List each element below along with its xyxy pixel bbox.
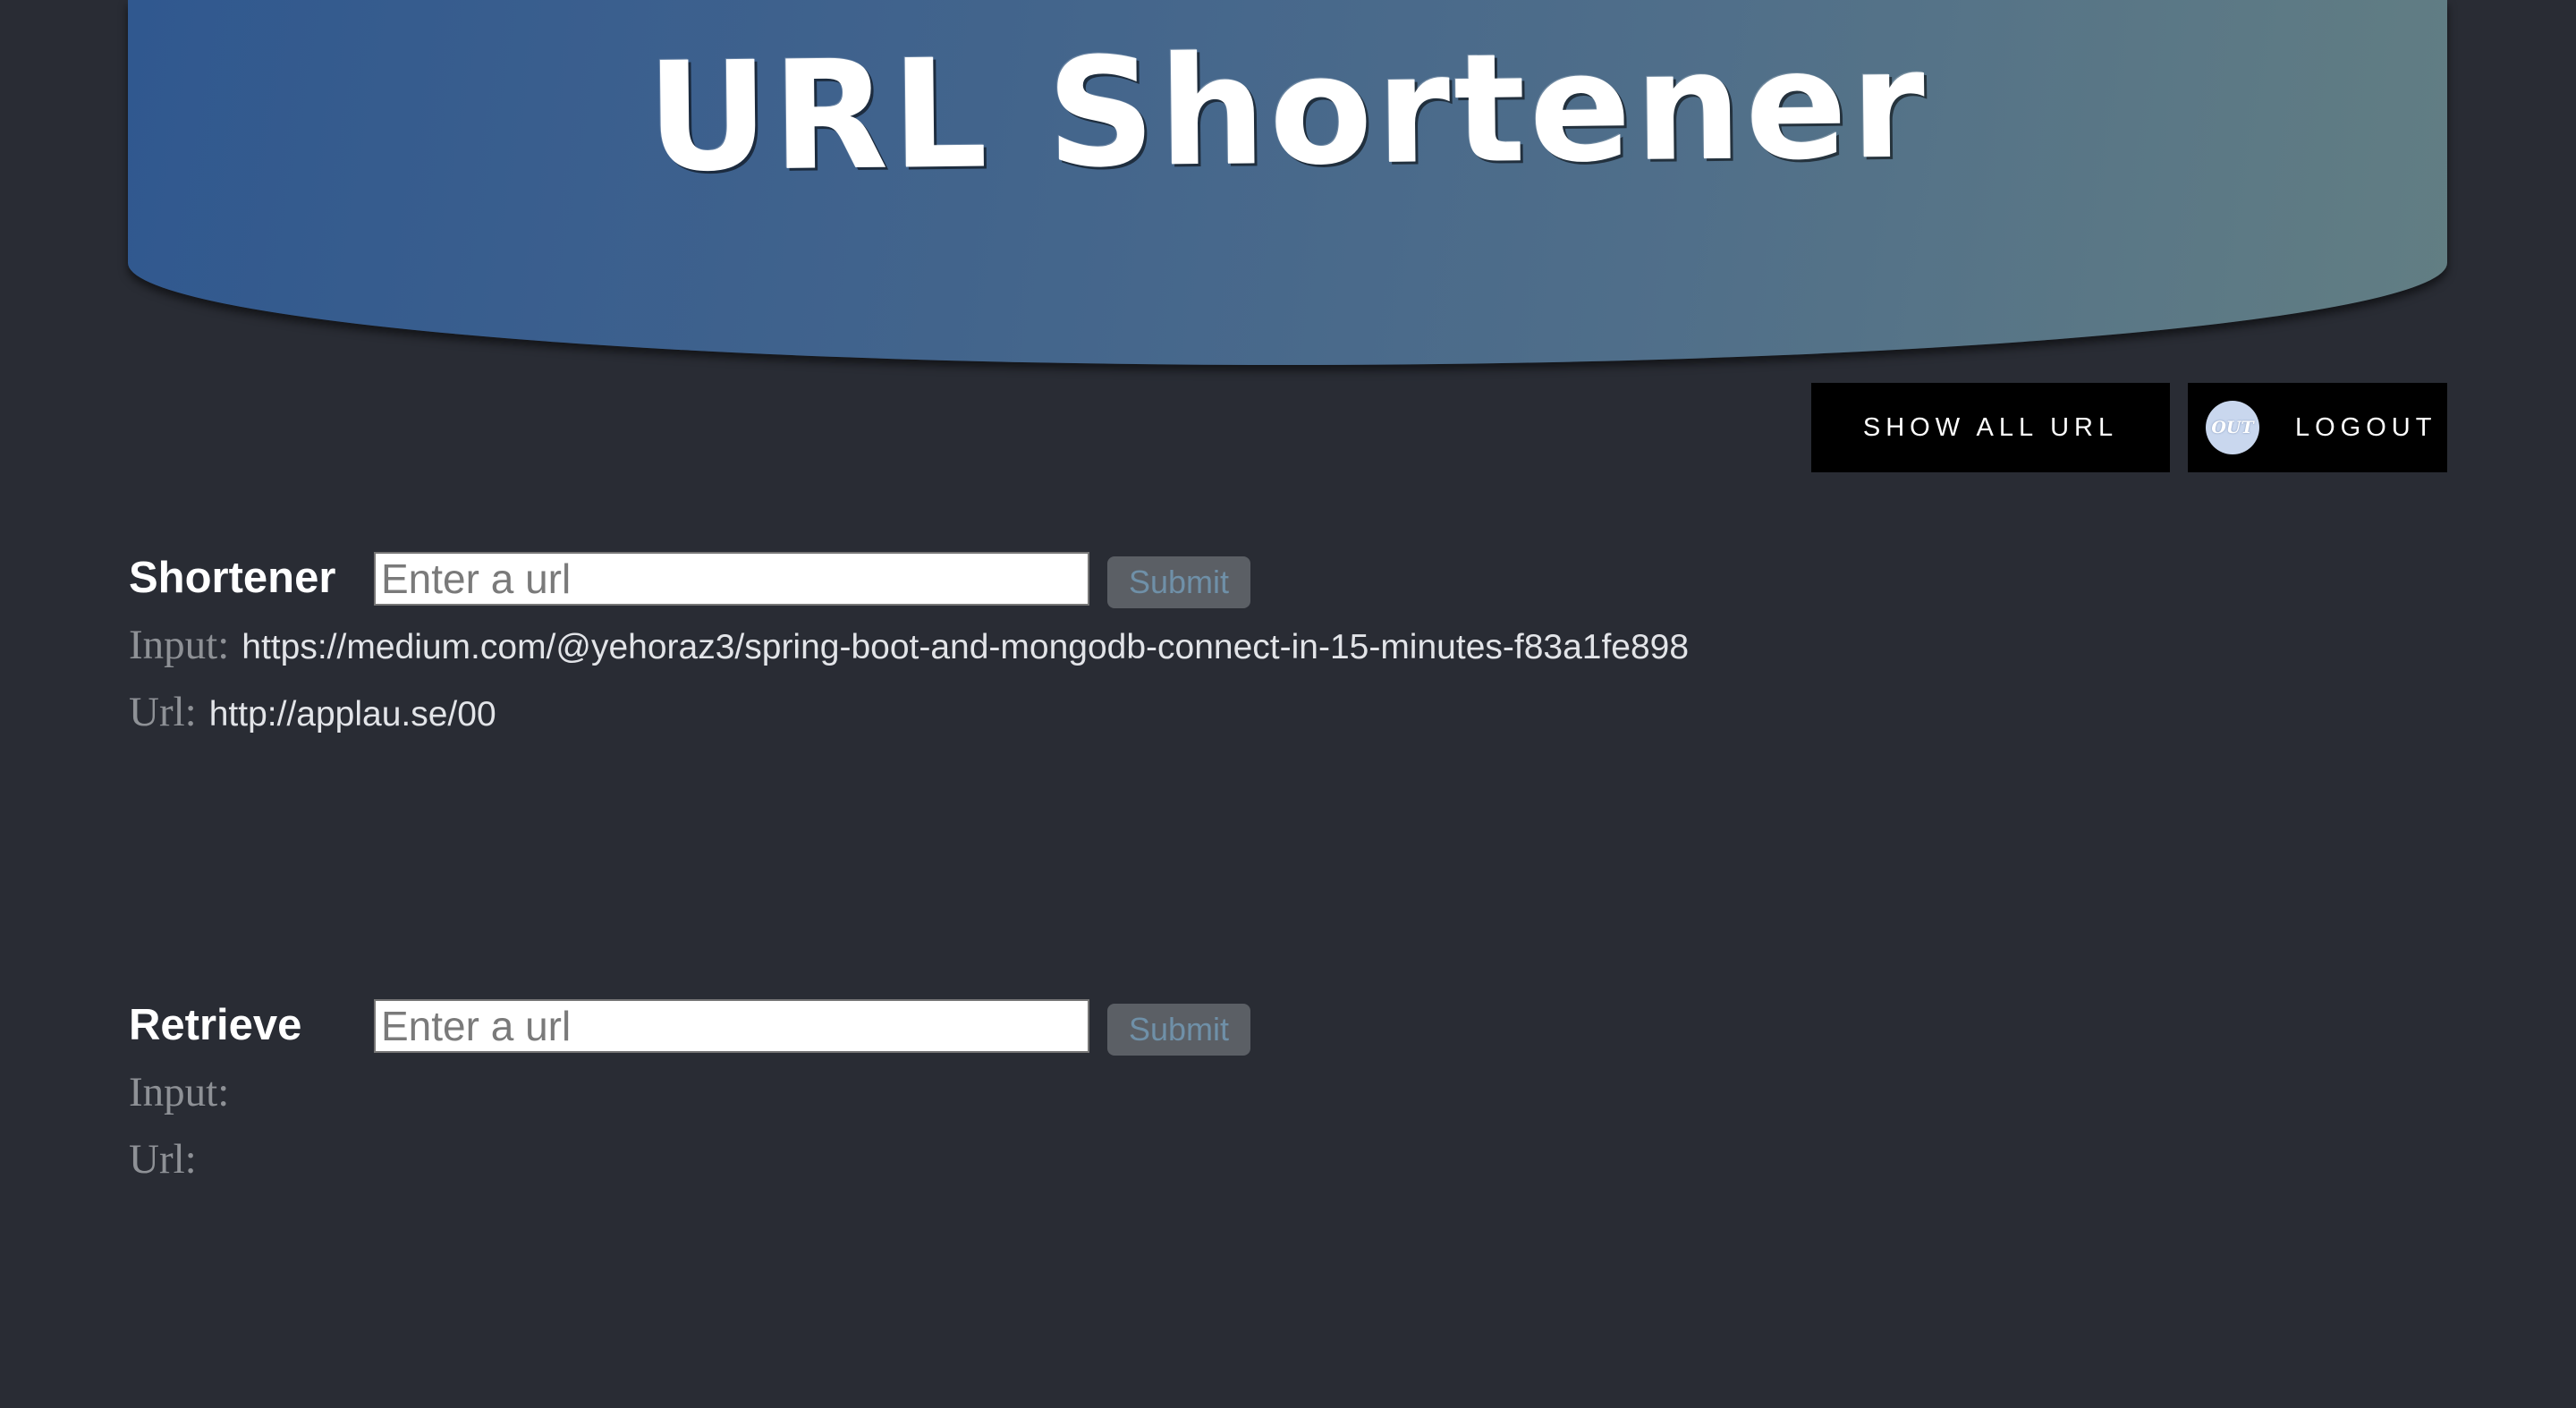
shortener-input-row: Input: https://medium.com/@yehoraz3/spri… [129,621,1689,669]
retrieve-input-row: Input: [129,1068,242,1116]
retrieve-url-label: Url: [129,1136,197,1183]
retrieve-input-label: Input: [129,1069,230,1115]
retrieve-heading: Retrieve [129,1001,302,1049]
shortener-url-value: http://applau.se/00 [208,695,496,734]
shortener-input-value: https://medium.com/@yehoraz3/spring-boot… [242,628,1690,666]
shortener-url-row: Url: http://applau.se/00 [129,688,496,736]
retrieve-url-row: Url: [129,1135,209,1183]
shortener-submit-button[interactable]: Submit [1107,556,1250,608]
show-all-url-button[interactable]: SHOW ALL URL [1811,383,2170,472]
page-title: URL Shortener [646,16,1929,206]
retrieve-url-input[interactable] [374,999,1089,1053]
retrieve-submit-button[interactable]: Submit [1107,1004,1250,1056]
page: URL Shortener SHOW ALL URL OUT LOGOUT Sh… [0,0,2576,1408]
show-all-url-label: SHOW ALL URL [1862,412,2119,442]
shortener-input-label: Input: [129,622,230,668]
header-banner: URL Shortener [128,0,2447,365]
logout-button[interactable]: OUT LOGOUT [2188,383,2447,472]
shortener-url-label: Url: [129,689,197,735]
logout-out-icon: OUT [2206,401,2259,454]
shortener-heading: Shortener [129,554,336,602]
logout-label: LOGOUT [2295,412,2437,442]
shortener-url-input[interactable] [374,552,1089,606]
